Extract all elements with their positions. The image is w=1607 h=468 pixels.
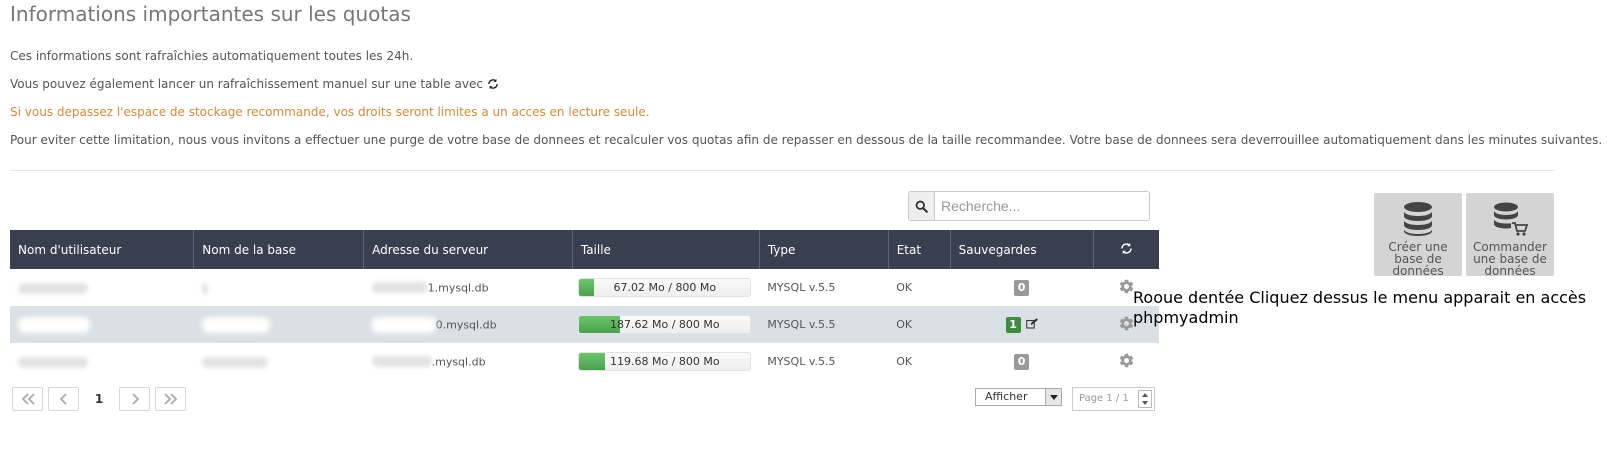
dropdown-arrow-icon [1045, 389, 1061, 405]
order-database-button[interactable]: Commander une base de données [1466, 193, 1554, 278]
type-cell: MYSQL v.5.5 [759, 306, 889, 343]
col-header-backups[interactable]: Sauvegardes [950, 230, 1094, 269]
redacted-db-name [201, 356, 268, 368]
search-box [908, 191, 1150, 221]
refresh-icon [1120, 242, 1133, 258]
create-database-label: Créer une base de données [1388, 240, 1448, 278]
divider [10, 170, 1555, 171]
db-name-cell [194, 269, 364, 306]
page-info: Page 1 / 1 [1079, 393, 1129, 404]
size-label: 187.62 Mo / 800 Mo [610, 318, 720, 331]
storage-warning: Si vous depassez l'espace de stockage re… [10, 105, 650, 119]
server-address: 1.mysql.db [427, 281, 489, 295]
row-actions-cell [1093, 343, 1159, 380]
col-header-state[interactable]: Etat [888, 230, 951, 269]
table-row: 1.mysql.db 67.02 Mo / 800 Mo MYSQL v.5.5… [10, 269, 1159, 306]
col-header-type[interactable]: Type [759, 230, 889, 269]
databases-table: Nom d'utilisateur Nom de la base Adresse… [10, 230, 1159, 380]
gear-icon[interactable] [1118, 279, 1135, 298]
refresh-all-button[interactable] [1093, 230, 1159, 269]
refresh-info-text: Ces informations sont rafraîchies automa… [10, 49, 414, 63]
create-database-button[interactable]: Créer une base de données [1374, 193, 1462, 278]
state-cell: OK [888, 306, 951, 343]
manual-refresh-info: Vous pouvez également lancer un rafraîch… [10, 77, 499, 93]
server-cell: .mysql.db [364, 343, 573, 380]
previous-page-button[interactable] [48, 387, 79, 411]
type-cell: MYSQL v.5.5 [767, 355, 836, 368]
refresh-icon [487, 78, 499, 93]
spin-up-icon[interactable] [1139, 391, 1151, 399]
limitation-info: Pour eviter cette limitation, nous vous … [10, 133, 1603, 147]
database-icon [1374, 201, 1462, 237]
search-input[interactable] [935, 192, 1149, 220]
spinner [1138, 390, 1152, 408]
redacted-username [18, 316, 90, 333]
redacted-db-name [201, 282, 208, 294]
table-row: .mysql.db 119.68 Mo / 800 Mo MYSQL v.5.5… [10, 343, 1159, 380]
col-header-size[interactable]: Taille [572, 230, 760, 269]
chevron-right-icon [130, 390, 140, 409]
col-header-user[interactable]: Nom d'utilisateur [10, 230, 195, 269]
type-cell: MYSQL v.5.5 [767, 281, 836, 294]
next-page-button[interactable] [119, 387, 150, 411]
size-progress-bar: 67.02 Mo / 800 Mo [578, 278, 752, 297]
backups-cell: 0 [950, 343, 1093, 380]
size-cell: 119.68 Mo / 800 Mo [572, 343, 759, 380]
size-progress-bar: 119.68 Mo / 800 Mo [578, 352, 752, 371]
database-cart-icon [1466, 201, 1554, 237]
redacted-server [371, 282, 428, 294]
first-page-button[interactable] [12, 387, 43, 411]
order-database-label: Commander une base de données [1473, 240, 1547, 278]
db-name-cell [194, 343, 364, 380]
size-progress-bar: 187.62 Mo / 800 Mo [578, 315, 752, 334]
redacted-username [18, 282, 88, 294]
user-cell [10, 269, 194, 306]
state-cell: OK [896, 281, 913, 294]
backup-count-badge: 0 [1014, 279, 1030, 296]
table-row: 0.mysql.db 187.62 Mo / 800 Mo MYSQL v.5.… [10, 306, 1159, 343]
col-header-db-name[interactable]: Nom de la base [193, 230, 365, 269]
double-chevron-left-icon [20, 390, 36, 409]
user-cell [10, 306, 194, 343]
page-size-value: Afficher [985, 390, 1028, 403]
annotation-note: Rooue dentée Cliquez dessus le menu appa… [1133, 288, 1587, 327]
size-cell: 67.02 Mo / 800 Mo [572, 269, 759, 306]
table-header-row: Nom d'utilisateur Nom de la base Adresse… [10, 230, 1159, 269]
edit-icon[interactable] [1025, 317, 1038, 332]
user-cell [10, 343, 194, 380]
search-icon [909, 192, 935, 220]
page-title: Informations importantes sur les quotas [10, 2, 411, 26]
last-page-button[interactable] [155, 387, 186, 411]
redacted-server [371, 356, 432, 368]
manual-refresh-text: Vous pouvez également lancer un rafraîch… [10, 77, 483, 91]
size-label: 119.68 Mo / 800 Mo [610, 355, 720, 368]
server-cell: 0.mysql.db [363, 306, 573, 343]
state-cell: OK [896, 355, 913, 368]
redacted-db-name [201, 316, 270, 333]
server-address: 0.mysql.db [435, 318, 497, 331]
size-cell: 187.62 Mo / 800 Mo [572, 306, 760, 343]
server-address: .mysql.db [431, 355, 486, 369]
page-size-select[interactable]: Afficher [975, 388, 1062, 406]
backups-cell: 0 [950, 269, 1093, 306]
spin-down-icon[interactable] [1139, 399, 1151, 407]
gear-icon[interactable] [1118, 353, 1135, 372]
page-number-stepper[interactable]: Page 1 / 1 [1072, 387, 1155, 411]
gear-icon[interactable] [1118, 316, 1135, 335]
backups-cell: 1 [950, 306, 1094, 343]
redacted-server [371, 316, 436, 333]
size-label: 67.02 Mo / 800 Mo [613, 281, 717, 294]
double-chevron-right-icon [163, 390, 179, 409]
pagination: 1 [12, 387, 186, 411]
redacted-username [18, 356, 88, 368]
col-header-server[interactable]: Adresse du serveur [363, 230, 573, 269]
current-page[interactable]: 1 [84, 387, 114, 411]
db-name-cell [193, 306, 364, 343]
server-cell: 1.mysql.db [364, 269, 573, 306]
backup-count-badge: 0 [1014, 353, 1030, 370]
chevron-left-icon [59, 390, 69, 409]
backup-count-badge: 1 [1005, 316, 1021, 333]
